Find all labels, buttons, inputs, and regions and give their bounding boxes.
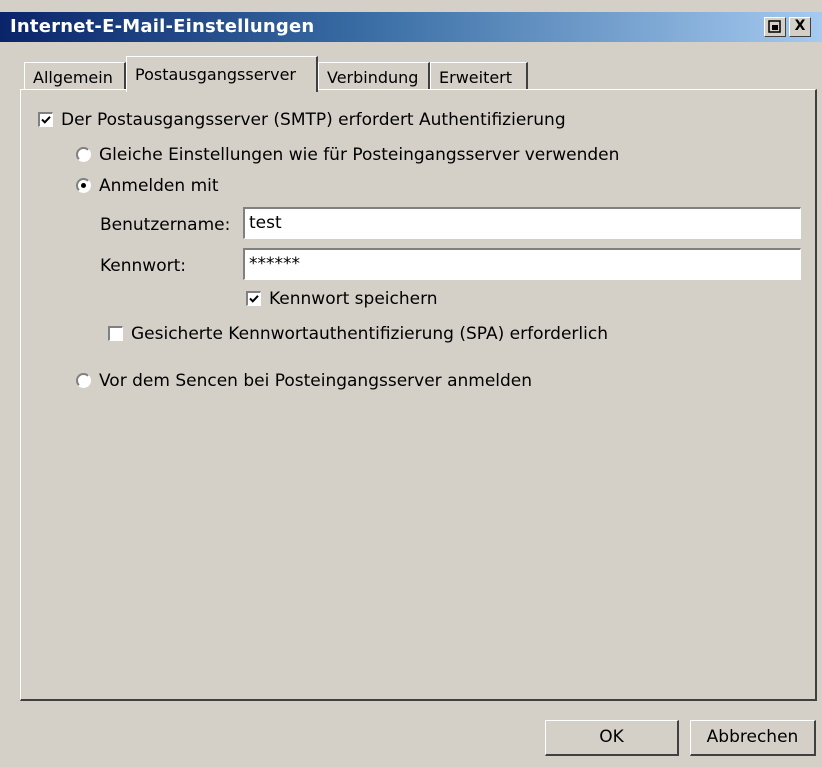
username-field[interactable]: test	[243, 207, 801, 239]
checkbox-checked-icon	[38, 112, 53, 127]
login-before-send-label: Vor dem Sencen bei Posteingangsserver an…	[99, 371, 533, 391]
tab-label: Postausgangsserver	[135, 65, 296, 84]
spa-checkbox[interactable]: Gesicherte Kennwortauthentifizierung (SP…	[108, 324, 608, 344]
help-button[interactable]	[764, 17, 786, 37]
same-settings-radio[interactable]: Gleiche Einstellungen wie für Posteingan…	[76, 145, 619, 165]
login-before-send-radio[interactable]: Vor dem Sencen bei Posteingangsserver an…	[76, 371, 532, 391]
spa-label: Gesicherte Kennwortauthentifizierung (SP…	[131, 324, 608, 344]
radio-empty-icon	[76, 373, 91, 388]
smtp-auth-label: Der Postausgangsserver (SMTP) erfordert …	[61, 110, 566, 130]
login-with-radio[interactable]: Anmelden mit	[76, 176, 219, 196]
tab-label: Allgemein	[33, 68, 113, 87]
checkbox-empty-icon	[108, 326, 123, 341]
tab-label: Verbindung	[327, 68, 419, 87]
save-password-label: Kennwort speichern	[269, 289, 438, 309]
same-settings-label: Gleiche Einstellungen wie für Posteingan…	[99, 145, 620, 165]
help-icon	[768, 20, 781, 33]
password-label: Kennwort:	[100, 256, 186, 276]
cancel-button[interactable]: Abbrechen	[690, 720, 816, 756]
tab-verbindung[interactable]: Verbindung	[318, 62, 430, 90]
ok-button[interactable]: OK	[545, 720, 679, 756]
close-button[interactable]: X	[789, 17, 811, 37]
radio-empty-icon	[76, 147, 91, 162]
tab-erweitert[interactable]: Erweitert	[430, 62, 528, 90]
save-password-checkbox[interactable]: Kennwort speichern	[246, 289, 438, 309]
close-icon: X	[794, 18, 806, 34]
tab-postausgangsserver[interactable]: Postausgangsserver	[126, 56, 318, 92]
checkbox-checked-icon	[246, 291, 261, 306]
smtp-auth-checkbox[interactable]: Der Postausgangsserver (SMTP) erfordert …	[38, 110, 566, 130]
login-with-label: Anmelden mit	[99, 176, 219, 196]
username-label: Benutzername:	[100, 215, 231, 235]
title-bar[interactable]: Internet-E-Mail-Einstellungen X	[0, 12, 822, 42]
tab-label: Erweitert	[439, 68, 513, 87]
window-title: Internet-E-Mail-Einstellungen	[10, 16, 315, 37]
dialog-window: Internet-E-Mail-Einstellungen X Allgemei…	[0, 0, 822, 767]
password-field[interactable]: ******	[243, 248, 801, 280]
tab-allgemein[interactable]: Allgemein	[24, 62, 126, 90]
radio-selected-icon	[76, 178, 91, 193]
